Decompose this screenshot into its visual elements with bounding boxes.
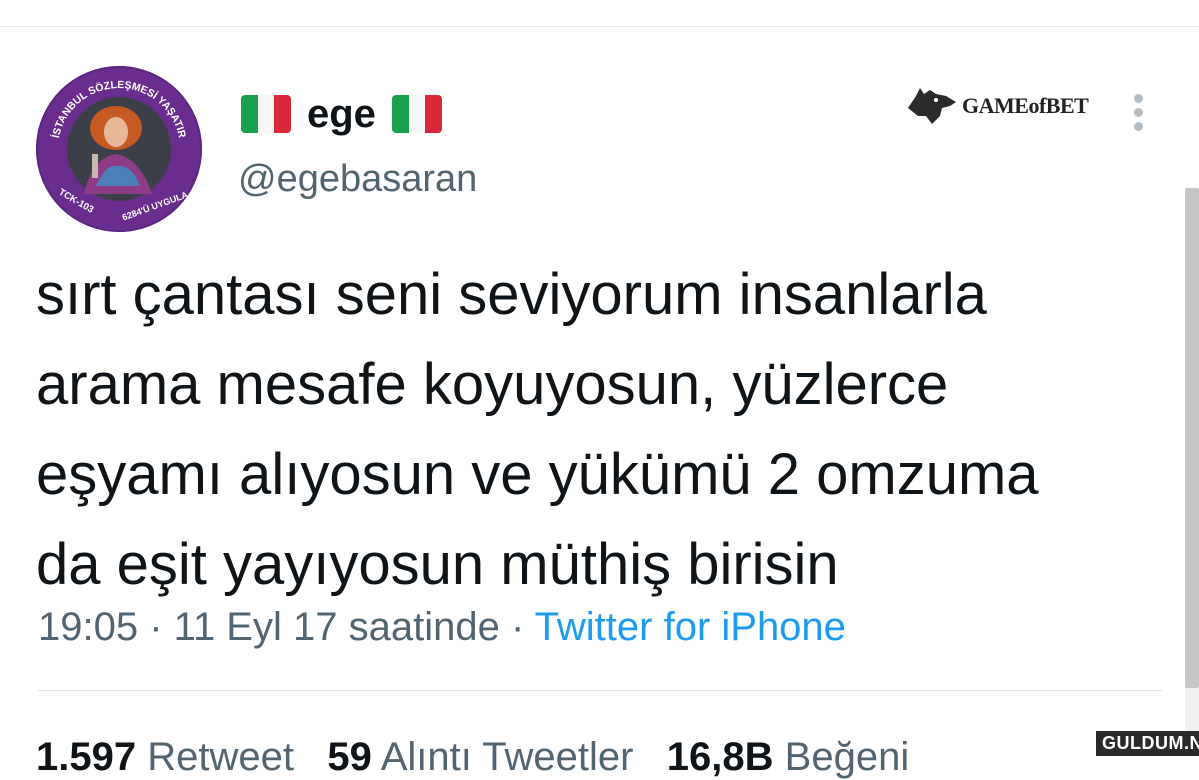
avatar[interactable]: İSTANBUL SÖZLEŞMESİ YAŞATIR TCK-103 6284… xyxy=(36,66,202,232)
quote-count: 59 xyxy=(327,735,372,779)
tweet-meta: 19:05 · 11 Eyl 17 saatinde · Twitter for… xyxy=(38,605,846,650)
like-stat[interactable]: 16,8B Beğeni xyxy=(667,735,909,779)
brand-logo: GAMEofBET xyxy=(906,86,1089,126)
tweet-source-link[interactable]: Twitter for iPhone xyxy=(535,605,846,649)
tweet-text-line: sırt çantası seni seviyorum insanlarla xyxy=(36,262,987,327)
display-name-row[interactable]: ege xyxy=(241,90,442,138)
stats-divider xyxy=(38,690,1162,691)
user-handle[interactable]: @egebasaran xyxy=(238,158,477,201)
tweet-text-line: arama mesafe koyuyosun, yüzlerce xyxy=(36,352,949,417)
brand-logo-text: GAMEofBET xyxy=(962,93,1089,118)
tweet-date[interactable]: 11 Eyl 17 saatinde xyxy=(174,605,500,649)
quote-stat[interactable]: 59 Alıntı Tweetler xyxy=(327,735,633,779)
quote-label: Alıntı Tweetler xyxy=(380,735,634,779)
tweet-text-line: da eşit yayıyosun müthiş birisin xyxy=(36,532,839,597)
top-divider xyxy=(0,26,1199,27)
retweet-count: 1.597 xyxy=(36,735,137,779)
retweet-stat[interactable]: 1.597 Retweet xyxy=(36,735,294,779)
italy-flag-icon xyxy=(391,95,442,133)
kebab-menu-icon[interactable] xyxy=(1130,94,1146,136)
italy-flag-icon xyxy=(241,95,291,133)
avatar-image: İSTANBUL SÖZLEŞMESİ YAŞATIR TCK-103 6284… xyxy=(38,68,200,230)
tweet-text: sırt çantası seni seviyorum insanlarla a… xyxy=(36,250,1176,610)
meta-separator: · xyxy=(510,605,535,649)
watermark: GULDUM.NET xyxy=(1096,731,1199,756)
retweet-label: Retweet xyxy=(147,735,294,779)
like-label: Beğeni xyxy=(784,735,910,779)
tweet-text-line: eşyamı alıyosun ve yükümü 2 omzuma xyxy=(36,442,1039,507)
like-count: 16,8B xyxy=(666,735,774,779)
display-name[interactable]: ege xyxy=(307,90,376,138)
engagement-stats: 1.597 Retweet 59 Alıntı Tweetler 16,8B B… xyxy=(36,735,909,780)
meta-separator: · xyxy=(149,605,174,649)
scrollbar-thumb[interactable] xyxy=(1185,188,1199,688)
wolf-icon xyxy=(908,88,956,124)
tweet-time[interactable]: 19:05 xyxy=(38,605,138,649)
